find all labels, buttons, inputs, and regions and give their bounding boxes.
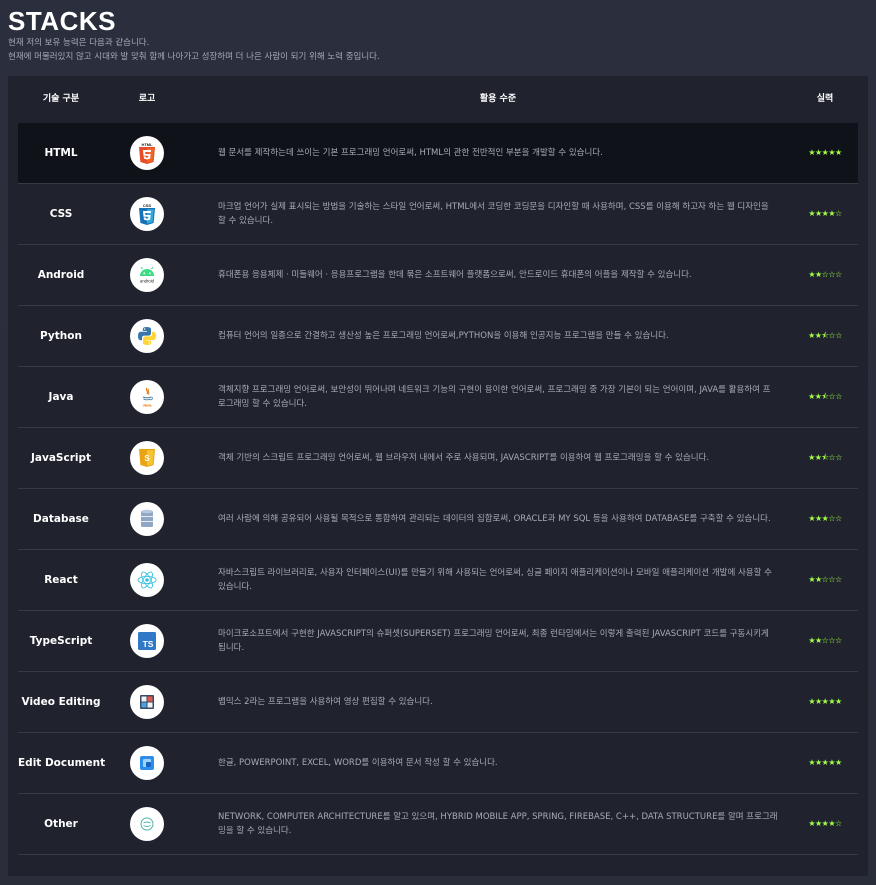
table-row[interactable]: TypeScript TS 마이크로소프트에서 구현한 JAVASCRIPT의 … (18, 611, 858, 672)
row-rating-stars: ★★☆☆☆ (808, 636, 842, 645)
row-name: JavaScript (30, 452, 92, 464)
table-row[interactable]: Other NETWORK, COMPUTER ARCHITECTURE를 알고… (18, 794, 858, 855)
table-row[interactable]: Android android 휴대폰용 응용체제 · 미들웨어 · 응용프로그… (18, 245, 858, 306)
java-icon: Java (143, 387, 153, 408)
table-row[interactable]: Python 컴퓨터 언어의 일종으로 간결하고 생산성 높은 프로그래밍 언어… (18, 306, 858, 367)
typescript-icon: TS (138, 632, 156, 650)
row-description: 객체 기반의 스크립트 프로그래밍 언어로써, 웹 브라우저 내에서 주로 사용… (218, 453, 710, 463)
row-logo: HTML (130, 136, 164, 170)
row-logo: android (130, 258, 164, 292)
row-rating-stars: ★★☆☆☆ (808, 270, 842, 279)
react-icon (137, 571, 157, 589)
row-description: 자바스크립트 라이브러리로, 사용자 인터페이스(UI)를 만들기 위해 사용되… (218, 568, 772, 592)
row-logo (130, 319, 164, 353)
row-name: TypeScript (29, 635, 93, 647)
row-rating-stars: ★★★★☆ (808, 209, 842, 218)
row-name: Other (44, 818, 78, 830)
table-row[interactable]: HTML HTML 웹 문서를 제작하는데 쓰이는 기본 프로그래밍 언어로써,… (18, 123, 858, 184)
svg-text:CSS: CSS (143, 203, 152, 208)
page-subtitle-line-1: 현재 저의 보유 능력은 다음과 같습니다. (8, 38, 150, 48)
page-subtitle-line-2: 현재에 머물러있지 않고 시대와 발 맞춰 함께 나아가고 성장하며 더 나은 … (8, 52, 380, 62)
svg-text:S: S (144, 454, 150, 463)
row-rating-stars: ★★⯪☆☆ (808, 392, 842, 401)
row-logo: Java (130, 380, 164, 414)
html5-icon: HTML (139, 142, 155, 164)
table-row[interactable]: Database 여러 사람에 의해 공유되어 사용될 목적으로 통합하여 관리… (18, 489, 858, 550)
row-name: Database (33, 513, 89, 525)
row-description: 마이크로소프트에서 구현한 JAVASCRIPT의 슈퍼셋(SUPERSET) … (218, 629, 769, 653)
database-icon (141, 509, 153, 527)
row-name: HTML (44, 147, 78, 159)
table-body: HTML HTML 웹 문서를 제작하는데 쓰이는 기본 프로그래밍 언어로써,… (18, 123, 858, 855)
row-rating-stars: ★★★★★ (808, 758, 842, 767)
row-rating-stars: ★★★★★ (808, 148, 842, 157)
other-icon (140, 817, 154, 831)
row-name: Edit Document (18, 757, 106, 769)
row-logo (130, 807, 164, 841)
row-logo (130, 746, 164, 780)
header-logo: 로고 (138, 94, 156, 104)
row-rating-stars: ★★⯪☆☆ (808, 331, 842, 340)
row-name: React (44, 574, 78, 586)
table-row[interactable]: Video Editing 뱁믹스 2라는 프로그램을 사용하여 영상 편집할 … (18, 672, 858, 733)
row-rating-stars: ★★★★☆ (808, 819, 842, 828)
svg-text:Java: Java (143, 403, 153, 408)
row-rating-stars: ★★☆☆☆ (808, 575, 842, 584)
row-name: CSS (49, 208, 73, 220)
table-row[interactable]: React 자바스크립트 라이브러리로, 사용자 인터페이스(UI)를 만들기 … (18, 550, 858, 611)
css3-icon: CSS (139, 203, 155, 225)
row-name: Java (48, 391, 74, 403)
document-icon (140, 756, 154, 770)
row-logo (130, 685, 164, 719)
python-icon (138, 327, 156, 345)
table-header: 기술 구분 로고 활용 수준 실력 (18, 76, 858, 124)
stacks-table: 기술 구분 로고 활용 수준 실력 HTML HTML 웹 문서를 제작하는데 … (8, 76, 868, 876)
row-description: 웹 문서를 제작하는데 쓰이는 기본 프로그래밍 언어로써, HTML의 관한 … (218, 148, 603, 158)
row-logo: S (130, 441, 164, 475)
row-description: 여러 사람에 의해 공유되어 사용될 목적으로 통합하여 관리되는 데이터의 집… (218, 514, 771, 524)
header-level: 활용 수준 (479, 94, 517, 104)
row-logo: CSS (130, 197, 164, 231)
row-description: NETWORK, COMPUTER ARCHITECTURE를 알고 있으며, … (218, 812, 778, 836)
row-description: 뱁믹스 2라는 프로그램을 사용하여 영상 편집할 수 있습니다. (218, 697, 433, 707)
row-logo (130, 502, 164, 536)
android-icon: android (140, 266, 155, 284)
video-edit-icon (140, 695, 154, 709)
svg-text:HTML: HTML (141, 142, 153, 147)
page-title: STACKS (8, 6, 116, 36)
javascript-icon: S (139, 449, 155, 467)
row-name: Python (40, 330, 82, 342)
row-description: 객체지향 프로그래밍 언어로써, 보안성이 뛰어나며 네트워크 기능의 구현이 … (218, 385, 771, 409)
table-row[interactable]: Edit Document 한글, POWERPOINT, EXCEL, WOR… (18, 733, 858, 794)
table-row[interactable]: JavaScript S 객체 기반의 스크립트 프로그래밍 언어로써, 웹 브… (18, 428, 858, 489)
table-row[interactable]: CSS CSS 마크업 언어가 실제 표시되는 방법을 기술하는 스타일 언어로… (18, 184, 858, 245)
row-rating-stars: ★★★★★ (808, 697, 842, 706)
row-description: 컴퓨터 언어의 일종으로 간결하고 생산성 높은 프로그래밍 언어로써,PYTH… (218, 331, 669, 341)
row-name: Video Editing (21, 696, 101, 708)
header-skill: 실력 (816, 94, 834, 104)
page-header: STACKS 현재 저의 보유 능력은 다음과 같습니다. 현재에 머물러있지 … (8, 6, 868, 64)
table-row[interactable]: Java Java 객체지향 프로그래밍 언어로써, 보안성이 뛰어나며 네트워… (18, 367, 858, 428)
row-logo (130, 563, 164, 597)
svg-text:TS: TS (143, 639, 154, 649)
row-rating-stars: ★★⯪☆☆ (808, 453, 842, 462)
row-description: 마크업 언어가 실제 표시되는 방법을 기술하는 스타일 언어로써, HTML에… (218, 202, 769, 226)
svg-text:android: android (140, 279, 155, 284)
header-category: 기술 구분 (42, 94, 80, 104)
row-name: Android (37, 269, 85, 281)
row-rating-stars: ★★★☆☆ (808, 514, 842, 523)
row-description: 휴대폰용 응용체제 · 미들웨어 · 응용프로그램을 한데 묶은 소프트웨어 플… (218, 270, 692, 280)
row-logo: TS (130, 624, 164, 658)
row-description: 한글, POWERPOINT, EXCEL, WORD를 이용하여 문서 작성 … (218, 758, 498, 768)
